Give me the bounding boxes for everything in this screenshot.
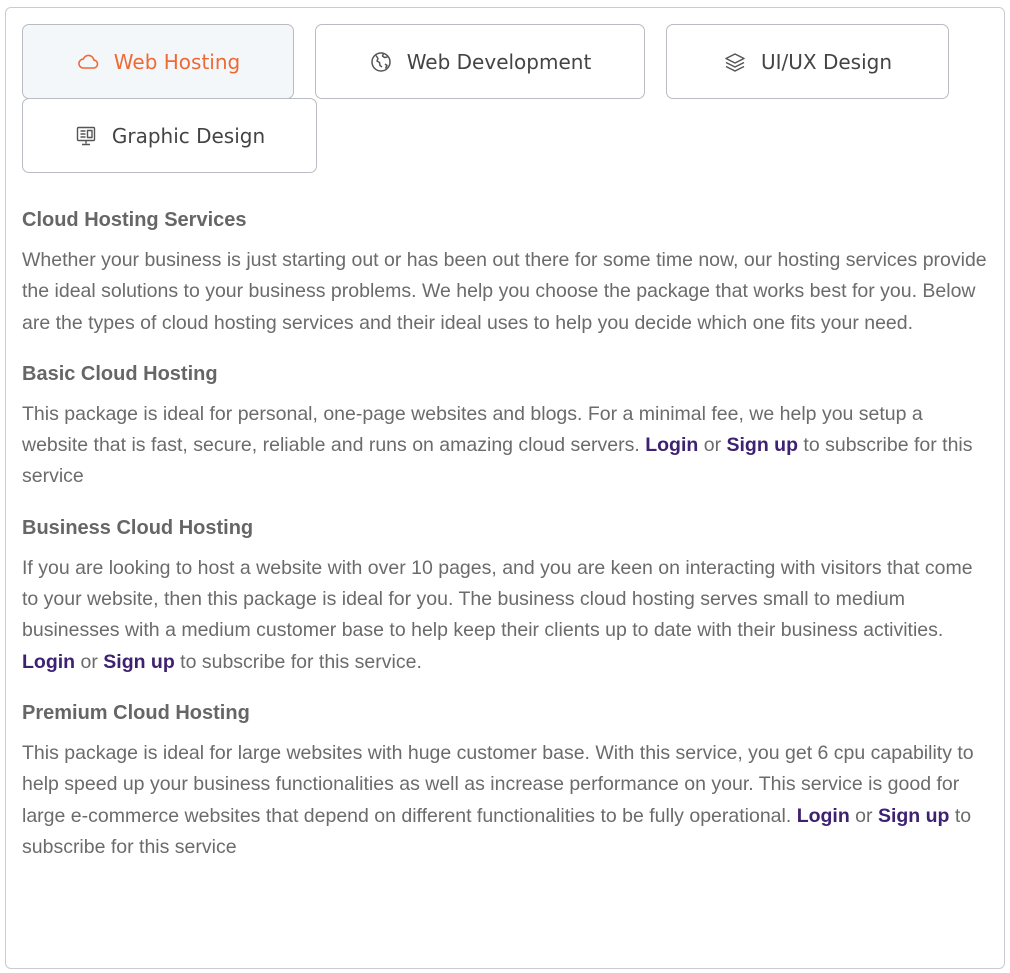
section-text-premium: This package is ideal for large websites… (22, 741, 974, 858)
tab-label: Graphic Design (111, 123, 266, 148)
design-board-icon (74, 124, 98, 148)
section-title-premium: Premium Cloud Hosting (22, 701, 250, 724)
section-text-cloud-hosting: Whether your business is just starting o… (22, 249, 987, 334)
login-link[interactable]: Login (22, 651, 75, 673)
tab-label: UI/UX Design (760, 49, 893, 74)
signup-link[interactable]: Sign up (878, 805, 950, 827)
signup-link[interactable]: Sign up (727, 434, 799, 456)
tab-label: Web Development (406, 49, 592, 74)
signup-link[interactable]: Sign up (103, 651, 175, 673)
cloud-icon (76, 50, 100, 74)
login-link[interactable]: Login (645, 434, 698, 456)
section-title-basic: Basic Cloud Hosting (22, 362, 218, 385)
section-title-business: Business Cloud Hosting (22, 516, 254, 539)
layers-icon (723, 50, 747, 74)
tab-graphic-design[interactable]: Graphic Design (22, 98, 317, 173)
tab-ui-ux-design[interactable]: UI/UX Design (666, 24, 949, 99)
tab-label: Web Hosting (113, 49, 241, 74)
tab-web-development[interactable]: Web Development (315, 24, 645, 99)
login-link[interactable]: Login (797, 805, 850, 827)
globe-icon (369, 50, 393, 74)
section-title-cloud-hosting: Cloud Hosting Services (22, 209, 247, 231)
tab-web-hosting[interactable]: Web Hosting (22, 24, 294, 99)
section-text-business: If you are looking to host a website wit… (22, 556, 979, 673)
section-text-basic: This package is ideal for personal, one-… (22, 402, 973, 488)
tab-content: Cloud Hosting Services Whether your busi… (22, 200, 994, 878)
